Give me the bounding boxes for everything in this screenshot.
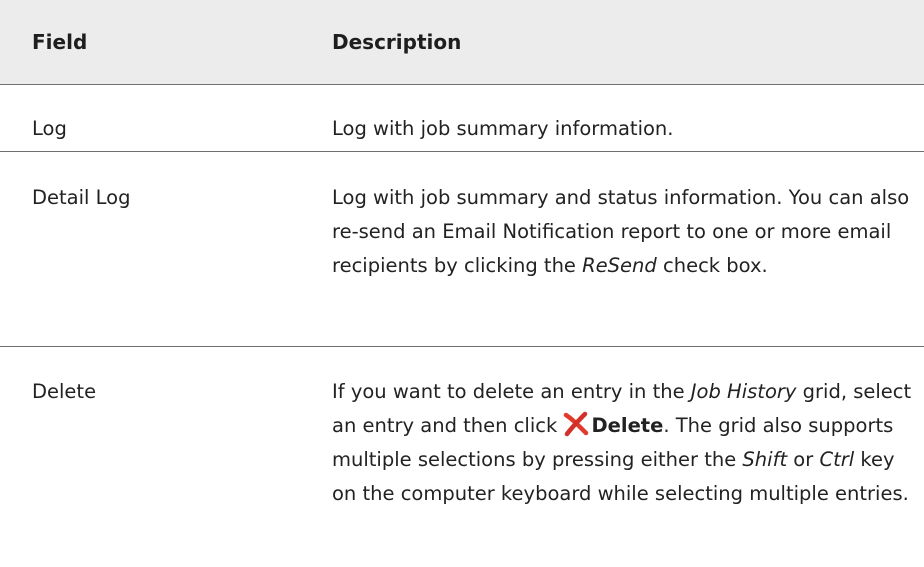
field-cell: Delete	[32, 380, 97, 403]
resend-term: ReSend	[582, 254, 657, 277]
header-field: Field	[0, 0, 295, 85]
table-row: Delete If you want to delete an entry in…	[0, 347, 924, 567]
description-cell: Log with job summary information.	[295, 84, 924, 152]
description-text: check box.	[656, 254, 768, 277]
shift-term: Shift	[742, 448, 788, 471]
delete-term: Delete	[591, 414, 664, 437]
description-text: or	[787, 448, 820, 471]
description-cell: Log with job summary and status informat…	[295, 151, 924, 347]
description-text: If you want to delete an entry in the	[332, 380, 691, 403]
header-description: Description	[295, 0, 924, 85]
ctrl-term: Ctrl	[819, 448, 855, 471]
table-row: Detail Log Log with job summary and stat…	[0, 151, 924, 347]
table-header-row: Field Description	[0, 0, 924, 85]
description-cell: If you want to delete an entry in the Jo…	[295, 347, 924, 567]
field-description-table: Field Description Log Log with job summa…	[0, 0, 924, 567]
field-cell: Log	[0, 84, 295, 152]
job-history-term: Job History	[690, 380, 797, 403]
field-cell: Detail Log	[0, 151, 295, 347]
table-row: Log Log with job summary information.	[0, 84, 924, 152]
delete-x-icon	[563, 411, 589, 437]
